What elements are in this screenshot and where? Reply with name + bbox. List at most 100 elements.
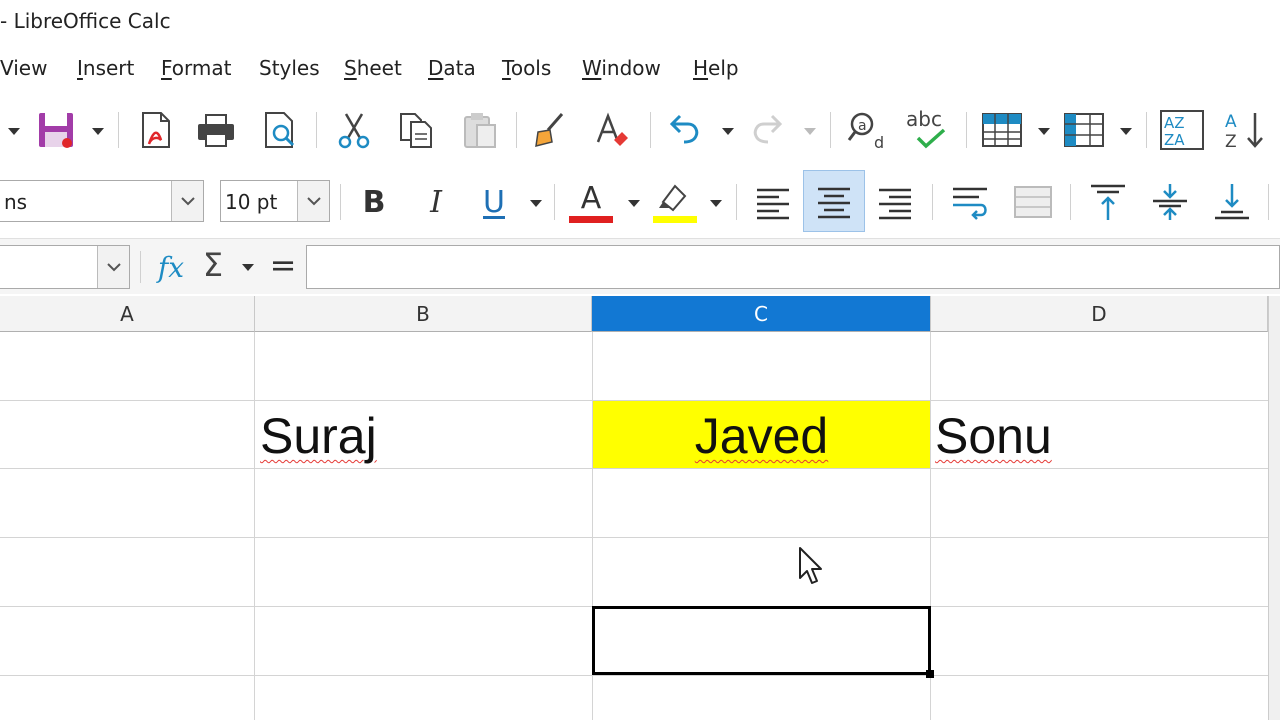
sum-button[interactable]: Σ bbox=[196, 245, 230, 285]
spreadsheet-grid[interactable]: A B C D Suraj Javed Sonu bbox=[0, 296, 1280, 720]
redo-dropdown-arrow[interactable] bbox=[804, 128, 816, 135]
sum-dropdown-arrow[interactable] bbox=[242, 264, 254, 271]
clear-formatting-button[interactable] bbox=[590, 108, 634, 152]
menu-help[interactable]: Help bbox=[693, 56, 739, 80]
undo-button[interactable] bbox=[662, 108, 706, 152]
cell-d2-text: Sonu bbox=[935, 408, 1052, 464]
highlight-dropdown-arrow[interactable] bbox=[710, 200, 722, 207]
column-dropdown-arrow[interactable] bbox=[1120, 128, 1132, 135]
menu-window[interactable]: Window bbox=[582, 56, 661, 80]
print-preview-button[interactable] bbox=[258, 108, 302, 152]
toolbar-separator bbox=[516, 112, 517, 148]
copy-button[interactable] bbox=[394, 108, 438, 152]
spelling-button[interactable]: abc bbox=[904, 104, 954, 154]
cell-b2[interactable]: Suraj bbox=[260, 402, 377, 470]
printer-icon bbox=[198, 114, 234, 147]
save-icon bbox=[39, 113, 73, 148]
name-box[interactable] bbox=[0, 245, 130, 289]
sort-button[interactable]: AZ ZA bbox=[1158, 108, 1206, 152]
toolbar-separator bbox=[1146, 112, 1147, 148]
column-header-d[interactable]: D bbox=[931, 296, 1268, 332]
copy-icon bbox=[400, 113, 432, 148]
formula-input[interactable] bbox=[306, 245, 1280, 289]
selected-cell[interactable] bbox=[592, 606, 931, 675]
wrap-text-button[interactable] bbox=[946, 180, 996, 224]
vertical-scrollbar[interactable] bbox=[1268, 296, 1280, 720]
find-replace-button[interactable]: a d bbox=[846, 108, 890, 152]
row-dropdown-arrow[interactable] bbox=[1038, 128, 1050, 135]
highlight-color-button[interactable] bbox=[650, 178, 700, 226]
cut-button[interactable] bbox=[332, 108, 376, 152]
align-right-icon bbox=[879, 188, 911, 220]
svg-text:ZA: ZA bbox=[1164, 131, 1185, 149]
formula-button[interactable]: = bbox=[264, 245, 302, 285]
column-button[interactable] bbox=[1062, 108, 1106, 152]
grid-line bbox=[0, 537, 1270, 538]
menu-tools[interactable]: Tools bbox=[502, 56, 551, 80]
align-bottom-icon bbox=[1215, 184, 1249, 220]
align-top-icon bbox=[1091, 184, 1125, 220]
svg-text:AZ: AZ bbox=[1164, 114, 1185, 132]
underline-button[interactable]: U bbox=[472, 180, 516, 224]
fill-handle[interactable] bbox=[926, 670, 934, 678]
align-top-button[interactable] bbox=[1084, 180, 1132, 224]
font-color-button[interactable]: A bbox=[566, 178, 616, 226]
underline-dropdown-arrow[interactable] bbox=[530, 200, 542, 207]
column-header-c[interactable]: C bbox=[592, 296, 931, 332]
bold-button[interactable]: B bbox=[352, 180, 396, 224]
row-button[interactable] bbox=[980, 108, 1024, 152]
font-size-dropdown[interactable] bbox=[297, 181, 329, 221]
pdf-icon bbox=[142, 112, 170, 148]
font-color-swatch bbox=[569, 215, 613, 223]
spellcheck-icon: abc bbox=[906, 107, 946, 149]
align-center-button[interactable] bbox=[803, 170, 865, 232]
formatting-toolbar: ns 10 pt B I U A bbox=[0, 168, 1280, 234]
menu-styles[interactable]: Styles bbox=[259, 56, 320, 80]
align-left-button[interactable] bbox=[748, 180, 798, 224]
spellcheck-label: abc bbox=[906, 107, 942, 131]
menu-format[interactable]: Format bbox=[161, 56, 231, 80]
paste-button[interactable] bbox=[458, 108, 502, 152]
menu-sheet[interactable]: Sheet bbox=[344, 56, 402, 80]
redo-icon bbox=[753, 114, 783, 144]
italic-button[interactable]: I bbox=[414, 180, 458, 224]
column-header-b[interactable]: B bbox=[255, 296, 592, 332]
open-dropdown-arrow[interactable] bbox=[8, 128, 20, 135]
undo-dropdown-arrow[interactable] bbox=[722, 128, 734, 135]
scissors-icon bbox=[338, 113, 370, 149]
font-name-box[interactable]: ns bbox=[0, 180, 204, 222]
export-pdf-button[interactable] bbox=[134, 108, 178, 152]
formula-bar: fx Σ = bbox=[0, 238, 1280, 294]
font-size-box[interactable]: 10 pt bbox=[220, 180, 330, 222]
merge-cells-icon bbox=[1014, 186, 1052, 218]
align-right-button[interactable] bbox=[870, 180, 920, 224]
print-button[interactable] bbox=[194, 108, 238, 152]
font-name-dropdown[interactable] bbox=[171, 181, 203, 221]
toolbar-separator bbox=[736, 184, 737, 220]
sort-ascending-button[interactable]: A Z bbox=[1222, 108, 1270, 152]
clone-formatting-button[interactable] bbox=[528, 108, 572, 152]
center-vertically-button[interactable] bbox=[1146, 180, 1194, 224]
wrap-text-icon bbox=[953, 187, 987, 220]
function-wizard-button[interactable]: fx bbox=[150, 247, 192, 287]
toolbar-separator bbox=[316, 112, 317, 148]
font-color-dropdown-arrow[interactable] bbox=[628, 200, 640, 207]
save-dropdown-arrow[interactable] bbox=[92, 128, 104, 135]
menu-insert[interactable]: Insert bbox=[77, 56, 134, 80]
merge-cells-button[interactable] bbox=[1008, 180, 1058, 224]
redo-button[interactable] bbox=[746, 108, 790, 152]
name-box-dropdown[interactable] bbox=[97, 246, 129, 288]
menu-view[interactable]: View bbox=[0, 56, 47, 80]
table-column-icon bbox=[1064, 113, 1104, 147]
table-row-icon bbox=[982, 113, 1022, 147]
chevron-down-icon bbox=[106, 263, 121, 272]
paintbrush-icon bbox=[535, 113, 564, 147]
column-header-a[interactable]: A bbox=[0, 296, 255, 332]
cell-c2[interactable]: Javed bbox=[593, 402, 930, 470]
font-name-value: ns bbox=[4, 190, 28, 214]
menu-data[interactable]: Data bbox=[428, 56, 476, 80]
clear-formatting-icon bbox=[596, 112, 628, 146]
align-bottom-button[interactable] bbox=[1208, 180, 1256, 224]
cell-d2[interactable]: Sonu bbox=[935, 402, 1052, 470]
save-button[interactable] bbox=[34, 108, 78, 152]
